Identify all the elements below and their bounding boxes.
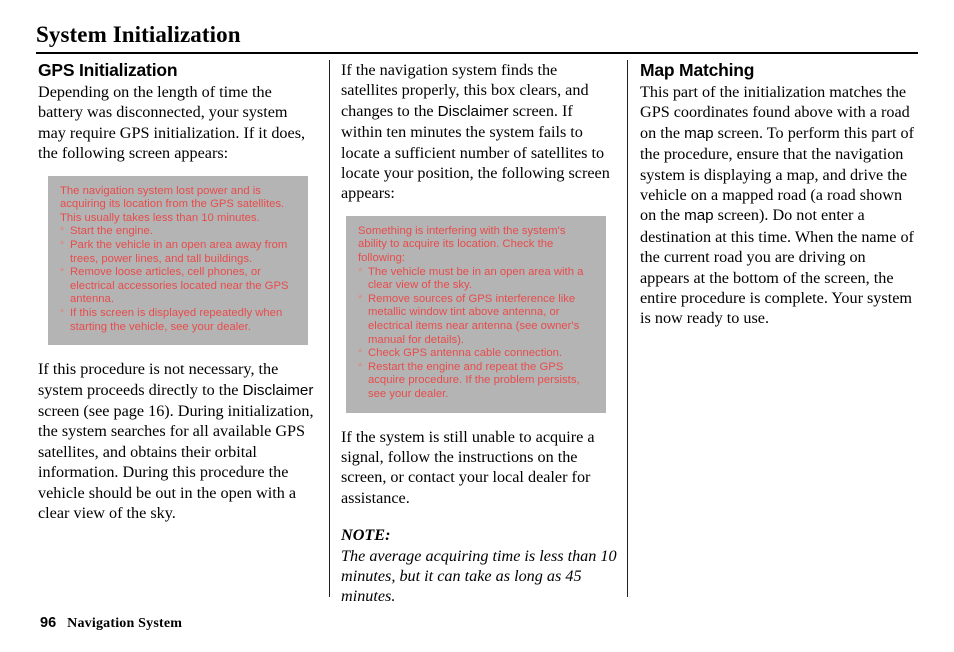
gps-acquiring-message-box: The navigation system lost power and is … xyxy=(48,175,308,346)
message-bullet-item: * The vehicle must be in an open area wi… xyxy=(358,266,596,293)
message-bullet-text: Start the engine. xyxy=(70,225,153,238)
message-bullet-text: If this screen is displayed repeatedly w… xyxy=(70,306,283,333)
gps-after-box-paragraph: If this procedure is not necessary, the … xyxy=(38,359,316,523)
bullet-marker-icon: * xyxy=(60,225,65,238)
satellites-intro-paragraph: If the navigation system finds the satel… xyxy=(341,60,617,204)
message-bullet-text: The vehicle must be in an open area with… xyxy=(368,265,584,292)
message-bullet-item: * Remove sources of GPS interference lik… xyxy=(358,293,596,347)
column-divider-right xyxy=(627,60,628,597)
disclaimer-screen-term: Disclaimer xyxy=(437,102,509,120)
page-footer: 96 Navigation System xyxy=(40,615,182,632)
message-bullet-item: * Check GPS antenna cable connection. xyxy=(358,347,596,361)
column-divider-left xyxy=(329,60,330,597)
map-matching-paragraph: This part of the initialization matches … xyxy=(640,82,918,329)
section-heading-map-matching: Map Matching xyxy=(640,60,755,80)
disclaimer-screen-term: Disclaimer xyxy=(242,381,314,399)
message-bullet-text: Remove loose articles, cell phones, or e… xyxy=(70,266,289,306)
bullet-marker-icon: * xyxy=(60,239,65,251)
header-rule xyxy=(36,52,918,54)
message-bullet-item: * Park the vehicle in an open area away … xyxy=(60,239,296,266)
unable-to-acquire-paragraph: If the system is still unable to acquire… xyxy=(341,427,595,507)
message-bullet-item: * If this screen is displayed repeatedly… xyxy=(60,307,296,334)
message-intro-text: Something is interfering with the system… xyxy=(358,224,566,265)
map-screen-term: map xyxy=(684,124,714,142)
bullet-marker-icon: * xyxy=(358,292,363,305)
note-body: The average acquiring time is less than … xyxy=(341,546,617,606)
message-intro-text: The navigation system lost power and is … xyxy=(60,184,285,224)
bullet-marker-icon: * xyxy=(358,347,363,360)
bullet-marker-icon: * xyxy=(358,360,363,373)
message-bullet-text: Check GPS antenna cable connection. xyxy=(368,347,563,360)
footer-page-number: 96 xyxy=(40,615,57,631)
section-heading-gps-initialization: GPS Initialization xyxy=(38,60,178,80)
after-box-text-part-2: screen (see page 16). During initializat… xyxy=(38,401,314,522)
gps-interference-message-box: Something is interfering with the system… xyxy=(346,215,606,413)
footer-section-label: Navigation System xyxy=(67,616,183,631)
message-bullet-text: Remove sources of GPS interference like … xyxy=(368,292,580,346)
bullet-marker-icon: * xyxy=(60,266,65,279)
column-right: Map Matching This part of the initializa… xyxy=(640,60,918,329)
column-middle: If the navigation system finds the satel… xyxy=(341,60,617,607)
message-bullet-item: * Restart the engine and repeat the GPS … xyxy=(358,361,596,402)
map-screen-term: map xyxy=(684,207,714,225)
message-bullet-text: Park the vehicle in an open area away fr… xyxy=(70,239,288,265)
bullet-marker-icon: * xyxy=(60,306,65,319)
map-matching-text-part-3: screen). Do not enter a destination at t… xyxy=(640,206,914,328)
message-bullet-text: Restart the engine and repeat the GPS ac… xyxy=(368,360,580,400)
gps-intro-paragraph: Depending on the length of time the batt… xyxy=(38,83,306,163)
column-left: GPS Initialization Depending on the leng… xyxy=(38,60,316,523)
bullet-marker-icon: * xyxy=(358,265,363,278)
message-bullet-item: * Start the engine. xyxy=(60,225,296,239)
message-bullet-item: * Remove loose articles, cell phones, or… xyxy=(60,266,296,307)
page-title: System Initialization xyxy=(36,22,241,47)
note-label: NOTE: xyxy=(341,526,391,545)
